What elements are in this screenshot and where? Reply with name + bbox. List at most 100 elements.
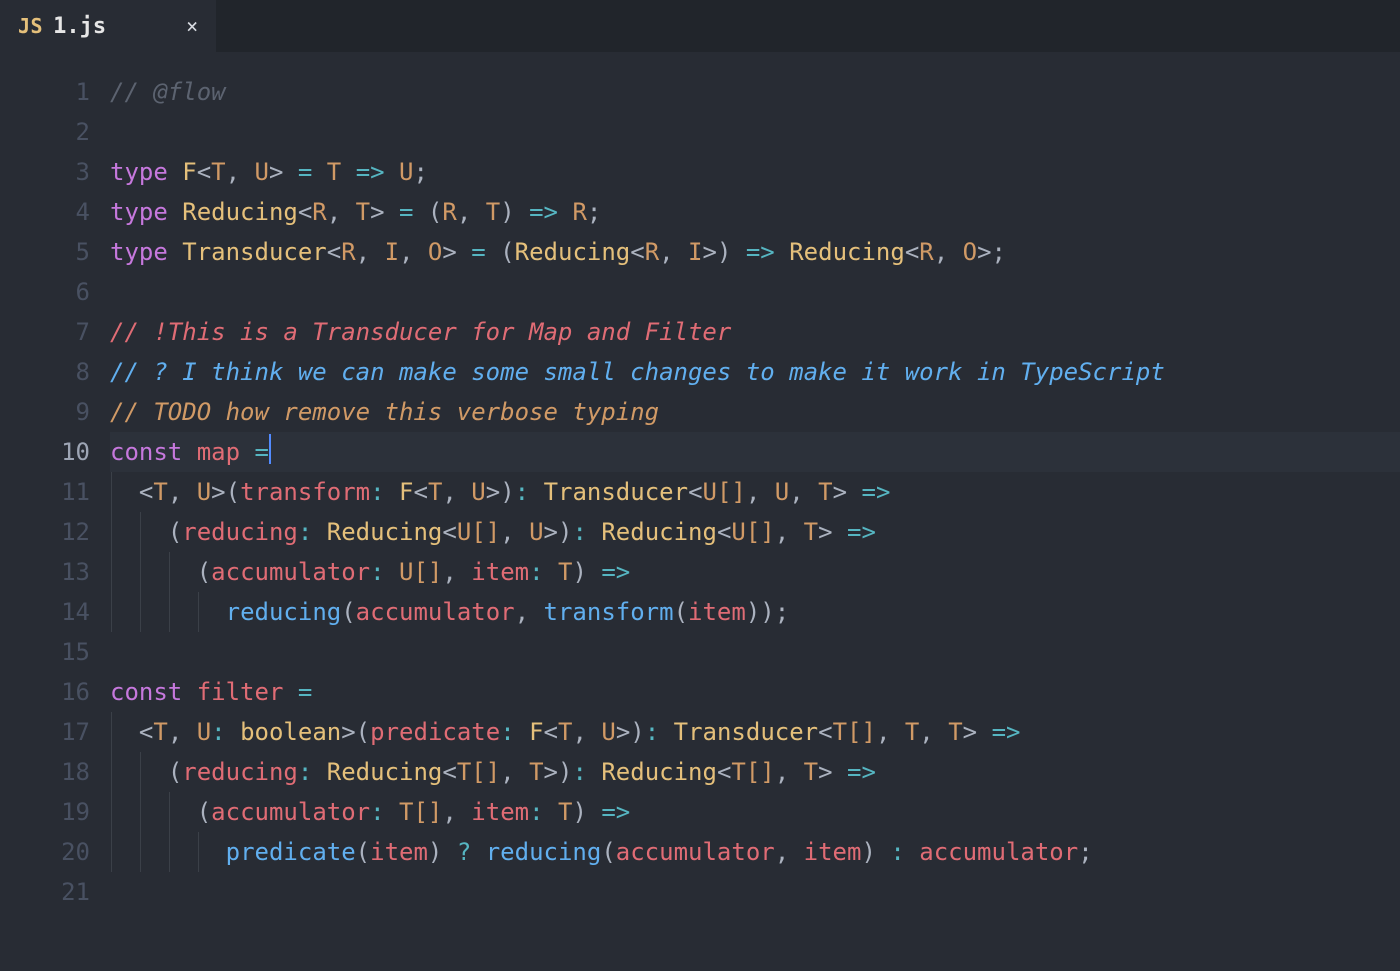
code-token: ( bbox=[168, 758, 182, 786]
code-token: U bbox=[399, 558, 413, 586]
line-number[interactable]: 21 bbox=[0, 872, 90, 912]
code-token: ( bbox=[341, 598, 355, 626]
line-number[interactable]: 13 bbox=[0, 552, 90, 592]
code-token: , bbox=[442, 558, 471, 586]
line-number[interactable]: 19 bbox=[0, 792, 90, 832]
code-line[interactable]: // ? I think we can make some small chan… bbox=[110, 352, 1400, 392]
code-token: < bbox=[298, 198, 312, 226]
code-token: F bbox=[399, 478, 413, 506]
line-number[interactable]: 3 bbox=[0, 152, 90, 192]
code-token: type bbox=[110, 238, 168, 266]
code-token: , bbox=[168, 478, 197, 506]
code-token: , bbox=[500, 758, 529, 786]
js-file-icon: JS bbox=[18, 14, 43, 38]
code-token: // ? I think we can make some small chan… bbox=[110, 358, 1165, 386]
editor-tab[interactable]: JS 1.js × bbox=[0, 0, 216, 52]
code-token: , bbox=[168, 718, 197, 746]
line-number[interactable]: 9 bbox=[0, 392, 90, 432]
code-token: Reducing bbox=[601, 758, 717, 786]
code-line[interactable]: (accumulator: T[], item: T) => bbox=[110, 792, 1400, 832]
code-line[interactable]: <T, U>(transform: F<T, U>): Transducer<U… bbox=[110, 472, 1400, 512]
code-token: map bbox=[197, 438, 240, 466]
line-number[interactable]: 8 bbox=[0, 352, 90, 392]
code-token: ; bbox=[414, 158, 428, 186]
line-number-gutter[interactable]: 123456789101112131415161718192021 bbox=[0, 52, 110, 971]
code-token: T bbox=[486, 198, 500, 226]
code-token: ) bbox=[572, 558, 601, 586]
code-line[interactable]: // !This is a Transducer for Map and Fil… bbox=[110, 312, 1400, 352]
code-token: => bbox=[847, 758, 876, 786]
line-number[interactable]: 10 bbox=[0, 432, 90, 472]
code-token: T bbox=[529, 758, 543, 786]
code-line[interactable]: (accumulator: U[], item: T) => bbox=[110, 552, 1400, 592]
line-number[interactable]: 2 bbox=[0, 112, 90, 152]
code-area[interactable]: // @flowtype F<T, U> = T => U;type Reduc… bbox=[110, 52, 1400, 971]
line-number[interactable]: 17 bbox=[0, 712, 90, 752]
code-line[interactable]: reducing(accumulator, transform(item)); bbox=[110, 592, 1400, 632]
code-token: T bbox=[558, 558, 572, 586]
code-line[interactable]: predicate(item) ? reducing(accumulator, … bbox=[110, 832, 1400, 872]
code-line[interactable] bbox=[110, 632, 1400, 672]
code-token: U bbox=[197, 478, 211, 506]
code-token: , bbox=[399, 238, 428, 266]
line-number[interactable]: 11 bbox=[0, 472, 90, 512]
line-number[interactable]: 12 bbox=[0, 512, 90, 552]
line-number[interactable]: 7 bbox=[0, 312, 90, 352]
code-token: => bbox=[746, 238, 775, 266]
code-token: ( bbox=[356, 838, 370, 866]
line-number[interactable]: 16 bbox=[0, 672, 90, 712]
line-number[interactable]: 20 bbox=[0, 832, 90, 872]
code-line[interactable]: type Transducer<R, I, O> = (Reducing<R, … bbox=[110, 232, 1400, 272]
line-number[interactable]: 15 bbox=[0, 632, 90, 672]
code-line[interactable]: (reducing: Reducing<U[], U>): Reducing<U… bbox=[110, 512, 1400, 552]
code-token bbox=[312, 758, 326, 786]
code-token: ; bbox=[1078, 838, 1092, 866]
code-line[interactable]: // TODO how remove this verbose typing bbox=[110, 392, 1400, 432]
code-line[interactable]: type Reducing<R, T> = (R, T) => R; bbox=[110, 192, 1400, 232]
code-token bbox=[283, 678, 297, 706]
code-token: , bbox=[775, 518, 804, 546]
code-token: : bbox=[370, 478, 384, 506]
code-line[interactable]: const map = bbox=[110, 432, 1400, 472]
code-line[interactable] bbox=[110, 112, 1400, 152]
code-line[interactable]: type F<T, U> = T => U; bbox=[110, 152, 1400, 192]
code-token: , bbox=[356, 238, 385, 266]
code-token: : bbox=[515, 478, 529, 506]
code-token: type bbox=[110, 158, 168, 186]
code-line[interactable]: // @flow bbox=[110, 72, 1400, 112]
code-token: U bbox=[197, 718, 211, 746]
line-number[interactable]: 4 bbox=[0, 192, 90, 232]
code-token: > bbox=[818, 518, 847, 546]
code-line[interactable]: (reducing: Reducing<T[], T>): Reducing<T… bbox=[110, 752, 1400, 792]
line-number[interactable]: 1 bbox=[0, 72, 90, 112]
code-token: = bbox=[471, 238, 485, 266]
code-token bbox=[587, 758, 601, 786]
line-number[interactable]: 14 bbox=[0, 592, 90, 632]
code-line[interactable] bbox=[110, 272, 1400, 312]
tab-filename: 1.js bbox=[53, 14, 106, 39]
code-token: I bbox=[385, 238, 399, 266]
code-token: T bbox=[399, 798, 413, 826]
code-line[interactable] bbox=[110, 872, 1400, 912]
code-line[interactable]: <T, U: boolean>(predicate: F<T, U>): Tra… bbox=[110, 712, 1400, 752]
code-token: filter bbox=[197, 678, 284, 706]
code-line[interactable]: const filter = bbox=[110, 672, 1400, 712]
code-token: , bbox=[500, 518, 529, 546]
code-token: transform bbox=[544, 598, 674, 626]
code-token: < bbox=[413, 478, 427, 506]
line-number[interactable]: 5 bbox=[0, 232, 90, 272]
code-token: U bbox=[457, 518, 471, 546]
code-token: > bbox=[818, 758, 847, 786]
line-number[interactable]: 18 bbox=[0, 752, 90, 792]
close-icon[interactable]: × bbox=[186, 14, 198, 38]
code-token: F bbox=[529, 718, 543, 746]
code-token: accumulator bbox=[616, 838, 775, 866]
code-token bbox=[240, 438, 254, 466]
code-token bbox=[515, 718, 529, 746]
code-token: item bbox=[688, 598, 746, 626]
code-token: T bbox=[327, 158, 341, 186]
line-number[interactable]: 6 bbox=[0, 272, 90, 312]
code-token: => bbox=[847, 518, 876, 546]
text-cursor bbox=[269, 434, 271, 464]
code-token: boolean bbox=[240, 718, 341, 746]
